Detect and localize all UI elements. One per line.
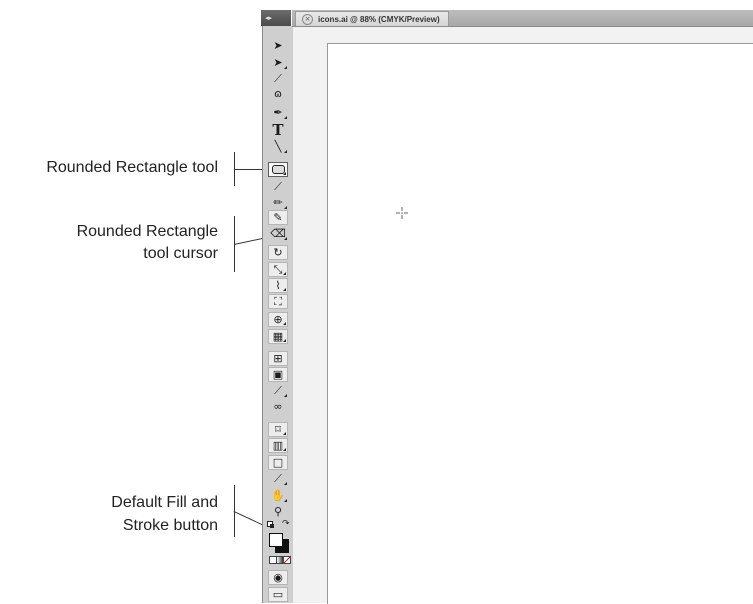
magic-wand-tool-icon[interactable]: ⟋: [268, 71, 288, 86]
drawing-mode-button-icon[interactable]: ◉: [268, 570, 288, 585]
callout-cursor-line2: tool cursor: [143, 245, 218, 262]
hand-tool-icon[interactable]: ✋: [268, 488, 288, 503]
artboard-tool-icon[interactable]: □: [268, 455, 288, 470]
blob-brush-tool-icon[interactable]: ✎: [268, 210, 288, 225]
swap-arrow-icon: ↷: [282, 519, 290, 529]
type-tool-icon[interactable]: T: [268, 121, 288, 139]
callout-cursor-line1: Rounded Rectangle: [76, 223, 218, 240]
close-icon[interactable]: ×: [302, 13, 313, 25]
default-fill-and-stroke-button[interactable]: [267, 521, 276, 530]
callout-default-fill-line2: Stroke button: [122, 517, 218, 534]
tools-panel: ➤ ➤ ⟋ ɷ ✒ T ╲ ⟋ ✏ ✎ ⌫ ↻ ⤡ ⌇ ⛶ ⊕ ▦ ⊞ ▣ ⟋ …: [262, 26, 294, 603]
shape-builder-tool-icon[interactable]: ⊕: [268, 312, 288, 327]
selection-tool-arrow-icon[interactable]: ➤: [268, 38, 288, 53]
document-tab-title: icons.ai @ 88% (CMYK/Preview): [318, 14, 440, 24]
warp-tool-icon[interactable]: ⌇: [268, 278, 288, 293]
paintbrush-tool-icon[interactable]: ⟋: [268, 179, 288, 194]
swap-fill-and-stroke-button[interactable]: ↷: [282, 520, 291, 529]
screen-mode-button-icon[interactable]: ▭: [268, 587, 288, 602]
pencil-tool-icon[interactable]: ✏: [268, 195, 288, 210]
column-graph-tool-icon[interactable]: ▥: [268, 438, 288, 453]
pasteboard[interactable]: [293, 27, 753, 604]
eraser-tool-icon[interactable]: ⌫: [268, 226, 288, 241]
rounded-rectangle-tool-cursor-icon: [396, 207, 408, 219]
document-tab[interactable]: × icons.ai @ 88% (CMYK/Preview): [295, 11, 449, 26]
pen-tool-icon[interactable]: ✒: [268, 105, 288, 120]
perspective-grid-tool-icon[interactable]: ▦: [268, 329, 288, 344]
rounded-rectangle-tool-icon[interactable]: [268, 162, 288, 177]
gradient-tool-icon[interactable]: ▣: [268, 367, 288, 382]
lasso-tool-icon[interactable]: ɷ: [268, 86, 288, 101]
none-mode-button[interactable]: [283, 556, 291, 564]
document-tab-bar: × icons.ai @ 88% (CMYK/Preview): [292, 10, 753, 27]
rotate-tool-icon[interactable]: ↻: [268, 245, 288, 260]
scale-tool-icon[interactable]: ⤡: [268, 262, 288, 277]
default-stroke-square-icon: [270, 524, 274, 528]
tools-panel-header[interactable]: ◂▸: [261, 10, 291, 26]
blend-tool-icon[interactable]: ∞: [268, 399, 288, 414]
callout-default-fill-line1: Default Fill and: [111, 494, 218, 511]
mesh-tool-icon[interactable]: ⊞: [268, 351, 288, 366]
direct-selection-tool-icon[interactable]: ➤: [268, 55, 288, 70]
slice-tool-icon[interactable]: ⟋: [268, 471, 288, 486]
eyedropper-tool-icon[interactable]: ⟋: [268, 383, 288, 398]
line-segment-tool-icon[interactable]: ╲: [268, 139, 288, 154]
callout-rounded-rectangle-tool: Rounded Rectangle tool: [46, 159, 218, 176]
zoom-tool-icon[interactable]: ⚲: [268, 504, 288, 519]
free-transform-tool-icon[interactable]: ⛶: [268, 294, 288, 309]
artboard[interactable]: [327, 43, 753, 604]
fill-swatch[interactable]: [269, 533, 283, 547]
collapse-icon[interactable]: ◂▸: [265, 14, 272, 22]
symbol-sprayer-tool-icon[interactable]: ⌑: [268, 422, 288, 437]
